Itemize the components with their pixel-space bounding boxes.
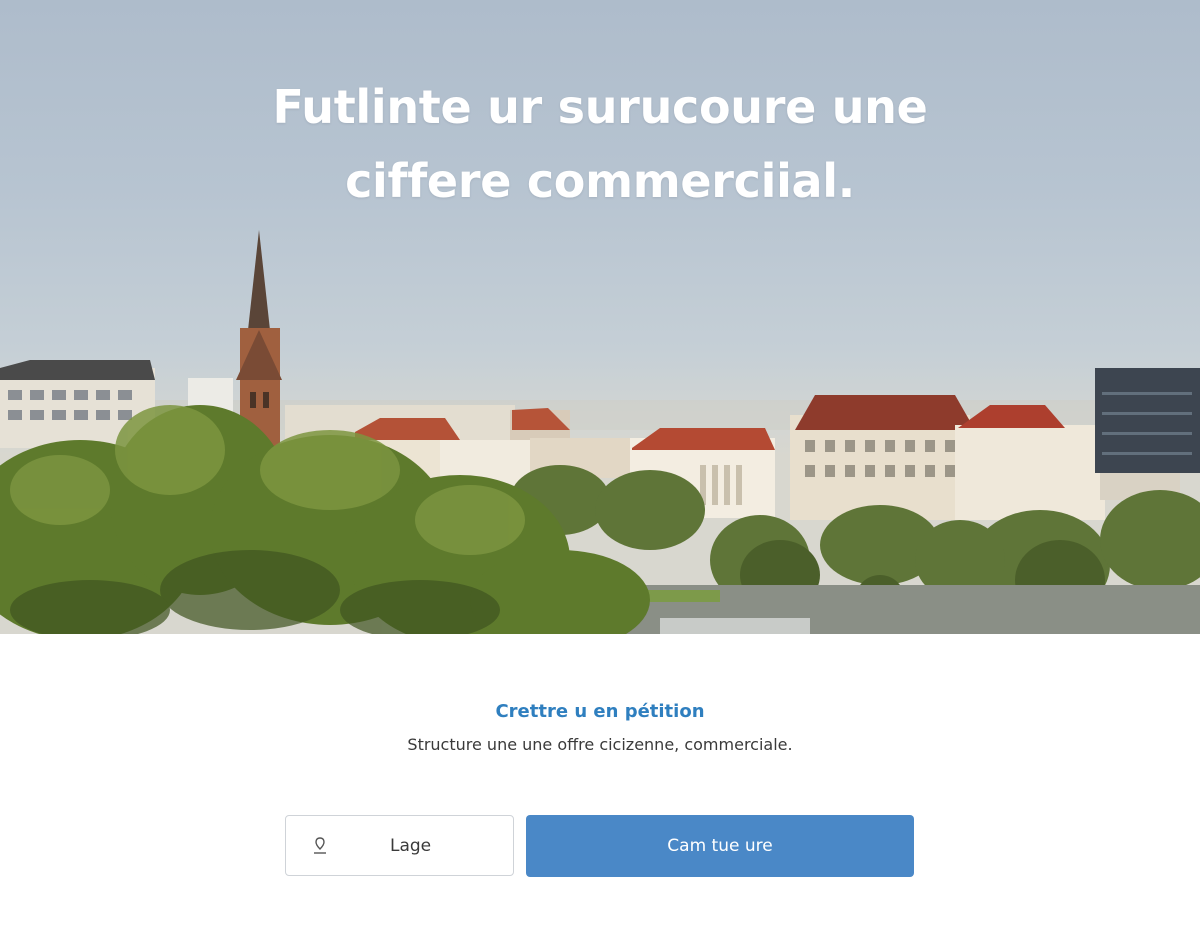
form-description: Structure une une offre cicizenne, comme…: [407, 735, 793, 754]
page: Futlinte ur surucoure une ciffere commer…: [0, 0, 1200, 933]
location-input-value: Lage: [390, 836, 432, 856]
hero-banner: Futlinte ur surucoure une ciffere commer…: [0, 0, 1200, 634]
pin-icon: [314, 837, 326, 854]
hero-headline: Futlinte ur surucoure une ciffere commer…: [272, 80, 928, 208]
form-title: Crettre u en pétition: [495, 701, 705, 722]
location-input[interactable]: Lage: [285, 815, 514, 876]
submit-button[interactable]: Cam tue ure: [526, 815, 914, 877]
form-section: Crettre u en pétition Structure une une …: [0, 634, 1200, 933]
